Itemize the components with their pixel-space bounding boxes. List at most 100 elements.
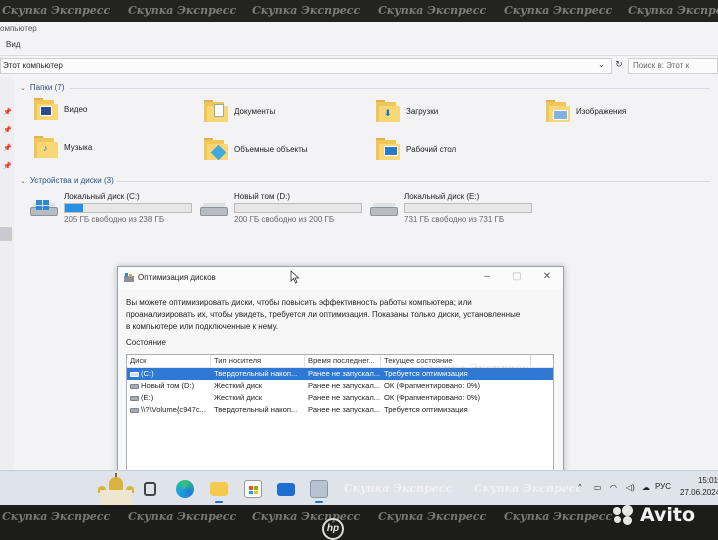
clock-time[interactable]: 15:01 [684, 476, 718, 485]
watermark: Скупка Экспресс [378, 4, 487, 17]
mail-icon[interactable] [277, 483, 295, 496]
media-type-cell: Твердотельный накоп... [214, 405, 298, 414]
status-cell: ОК (Фрагментировано: 0%) [384, 381, 481, 390]
column-header[interactable]: Время последнег... [305, 355, 381, 367]
watermark: Скупка Экспресс [252, 510, 361, 523]
folder-label: Изображения [576, 106, 627, 116]
menu-view[interactable]: Вид [6, 40, 20, 49]
screen: омпьютер Вид Этот компьютер ⌄ ↻ Поиск в:… [0, 22, 718, 505]
table-row[interactable]: Новый том (D:) Жесткий диск Ранее не зап… [127, 380, 553, 392]
drive-icon [130, 383, 139, 389]
close-button[interactable]: ✕ [540, 271, 554, 282]
media-type-cell: Жесткий диск [214, 381, 263, 390]
folder-downloads[interactable]: ⬇ Загрузки [376, 100, 438, 122]
folder-label: Загрузки [406, 106, 439, 116]
drive-icon [130, 371, 139, 377]
address-dropdown-icon[interactable]: ⌄ [598, 60, 605, 69]
minimize-button[interactable]: – [480, 271, 494, 282]
wifi-icon[interactable]: ◠ [610, 483, 617, 492]
music-folder-icon: ♪ [34, 136, 58, 158]
disk-cell: (E:) [141, 393, 154, 402]
dialog-titlebar[interactable]: Оптимизация дисков – ▢ ✕ [118, 267, 563, 289]
clock-date[interactable]: 27.06.2024 [680, 488, 718, 497]
3d-objects-folder-icon [204, 138, 228, 161]
navigation-selected-item[interactable] [0, 227, 12, 241]
drive-name: Локальный диск (E:) [404, 192, 480, 201]
pin-icon: 📌 [3, 163, 12, 170]
address-bar[interactable]: Этот компьютер [0, 58, 612, 74]
watermark: Скупка Экспресс [128, 4, 237, 17]
watermark: Скупка Экспресс [504, 510, 613, 523]
watermark: Скупка Экспресс [252, 4, 361, 17]
media-type-cell: Твердотельный накоп... [214, 369, 298, 378]
pin-icon: 📌 [3, 145, 12, 152]
drive-c[interactable]: Локальный диск (C:) 205 ГБ свободно из 2… [30, 192, 192, 224]
status-cell: ОК (Фрагментировано: 0%) [384, 393, 481, 402]
window-title: омпьютер [0, 24, 37, 33]
folder-video[interactable]: Видео [34, 98, 87, 120]
active-indicator [215, 501, 223, 503]
drive-icon [130, 407, 139, 413]
folder-pictures[interactable]: Изображения [546, 100, 626, 122]
media-type-cell: Жесткий диск [214, 393, 263, 402]
folders-section-header[interactable]: ⌄ Папки (7) [20, 83, 64, 92]
drive-free-space: 205 ГБ свободно из 238 ГБ [64, 215, 165, 224]
desktop-folder-icon [376, 138, 400, 160]
pin-icon: 📌 [3, 109, 12, 116]
disk-cell: Новый том (D:) [141, 381, 195, 390]
drive-d[interactable]: Новый том (D:) 200 ГБ свободно из 200 ГБ [200, 192, 362, 224]
defrag-icon[interactable] [310, 480, 328, 498]
column-header[interactable]: Диск [127, 355, 211, 367]
table-row[interactable]: (E:) Жесткий диск Ранее не запускал... О… [127, 392, 553, 404]
video-folder-icon [34, 98, 58, 120]
folder-music[interactable]: ♪ Музыка [34, 136, 92, 158]
chevron-down-icon: ⌄ [20, 177, 26, 185]
folder-documents[interactable]: Документы [204, 100, 275, 122]
task-view-icon[interactable] [144, 482, 156, 496]
drives-section-header[interactable]: ⌄ Устройства и диски (3) [20, 176, 114, 185]
edge-icon[interactable] [176, 480, 194, 498]
chevron-down-icon: ⌄ [20, 84, 26, 92]
volume-icon[interactable]: ◁) [626, 483, 635, 492]
folder-label: Объемные объекты [234, 144, 308, 154]
hard-drive-icon [200, 200, 228, 220]
avito-wordmark: Avito [640, 504, 696, 526]
windows-drive-icon [30, 200, 58, 220]
store-icon[interactable] [244, 480, 262, 498]
folder-label: Видео [64, 104, 88, 114]
weather-widget-icon[interactable] [96, 473, 136, 505]
watermark: Скупка Экспресс [128, 510, 237, 523]
disk-cell: (C:) [141, 369, 154, 378]
battery-icon[interactable]: ▭ [594, 483, 602, 492]
drive-e[interactable]: Локальный диск (E:) 731 ГБ свободно из 7… [370, 192, 532, 224]
language-indicator[interactable]: РУС [655, 482, 671, 491]
folder-label: Документы [234, 106, 276, 116]
hard-drive-icon [370, 200, 398, 220]
column-header[interactable]: Тип носителя [211, 355, 305, 367]
last-run-cell: Ранее не запускал... [308, 393, 381, 402]
last-run-cell: Ранее не запускал... [308, 381, 381, 390]
folder-3d-objects[interactable]: Объемные объекты [204, 138, 308, 161]
mouse-cursor-icon [290, 270, 300, 284]
watermark: Скупка Экспресс [2, 4, 111, 17]
dialog-title: Оптимизация дисков [138, 273, 216, 282]
file-explorer-icon[interactable] [210, 482, 228, 496]
folder-desktop[interactable]: Рабочий стол [376, 138, 456, 160]
drive-usage-bar [404, 203, 532, 213]
dialog-description: Вы можете оптимизировать диски, чтобы по… [126, 298, 521, 331]
onedrive-icon[interactable]: ☁ [642, 483, 650, 492]
maximize-button[interactable]: ▢ [510, 271, 524, 282]
defrag-icon [124, 273, 134, 282]
state-label: Состояние [126, 338, 166, 347]
navigation-pane: 📌 📌 📌 📌 [0, 78, 14, 505]
search-input[interactable]: Поиск в: Этот к [628, 58, 718, 74]
table-row[interactable]: \\?\Volume{c947c... Твердотельный накоп.… [127, 404, 553, 416]
refresh-icon[interactable]: ↻ [612, 59, 626, 73]
drive-free-space: 731 ГБ свободно из 731 ГБ [404, 215, 505, 224]
drive-usage-bar [234, 203, 362, 213]
last-run-cell: Ранее не запускал... [308, 369, 381, 378]
documents-folder-icon [204, 100, 228, 122]
watermark: Скупка Экспресс [628, 4, 718, 17]
watermark: Скупка Экспресс [420, 362, 529, 375]
avito-dots-icon [612, 505, 636, 525]
